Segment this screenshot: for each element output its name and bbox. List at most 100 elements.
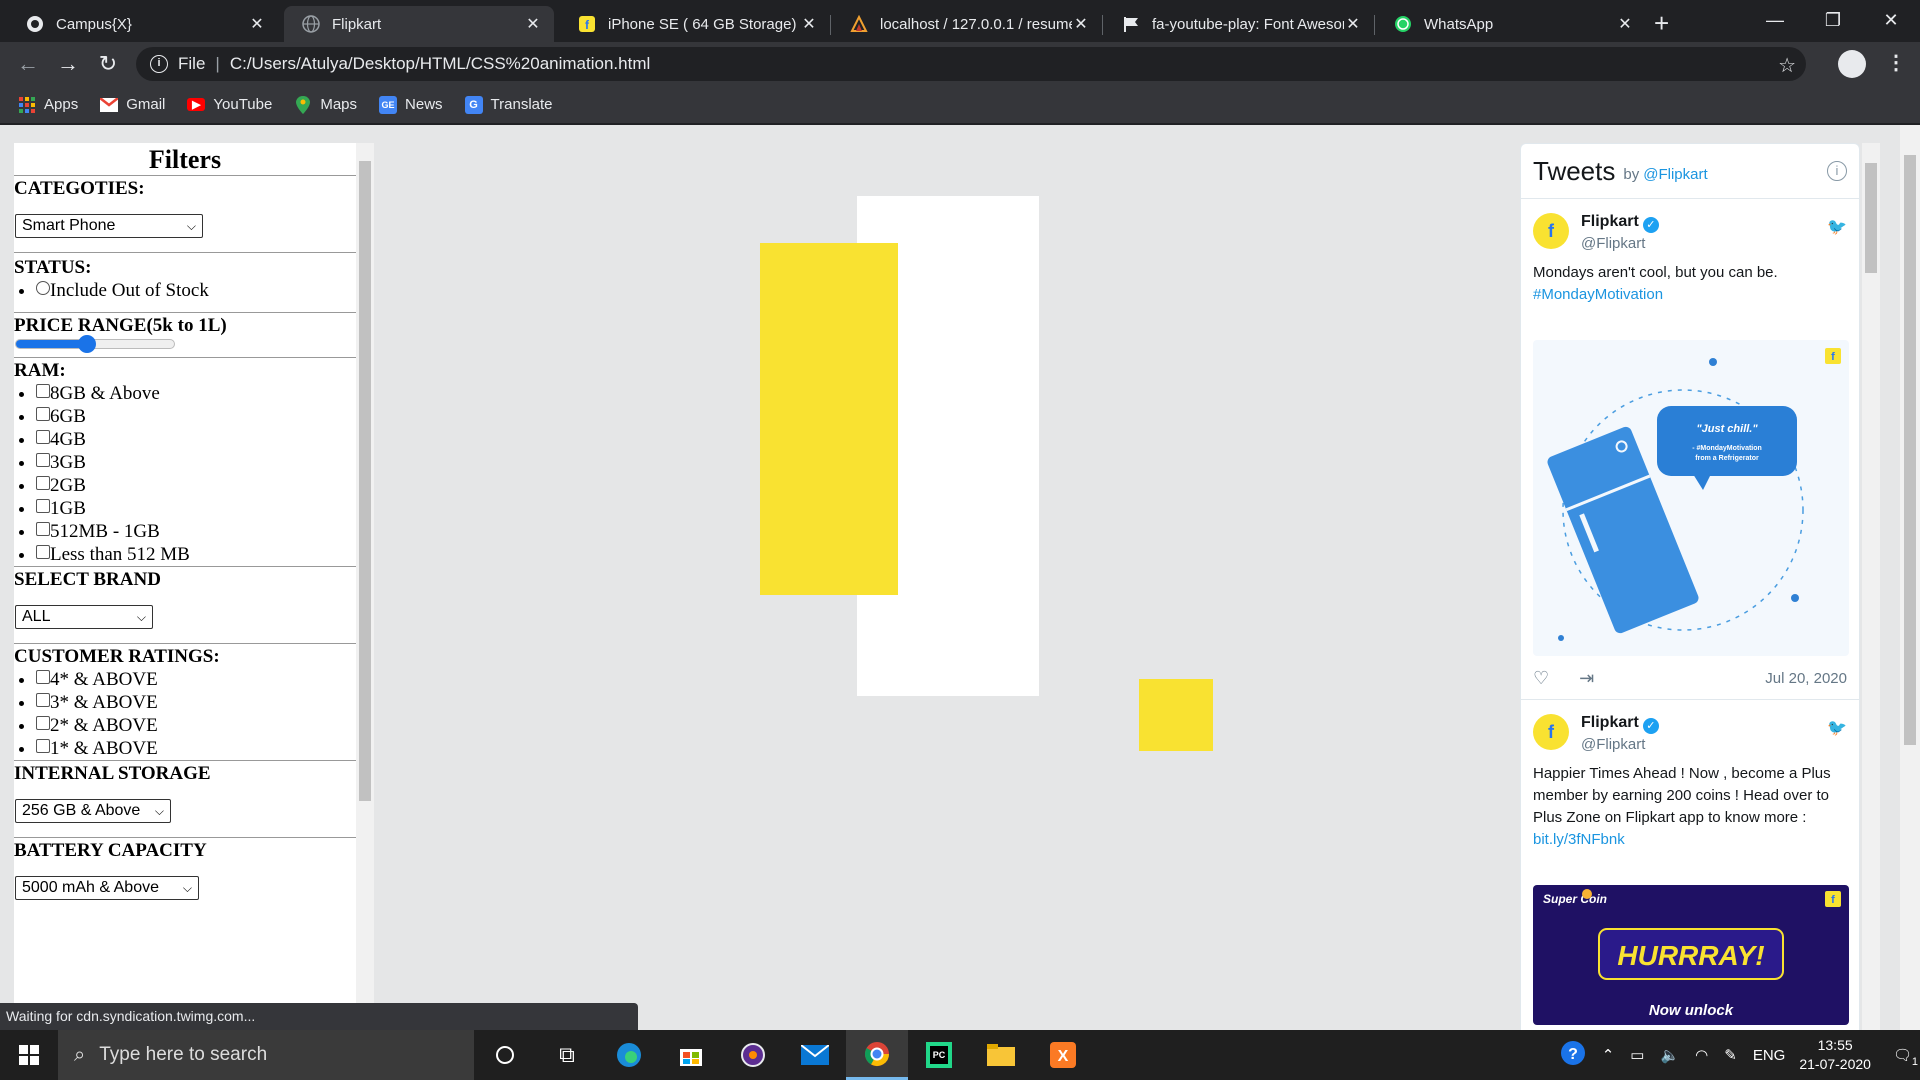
tweet-author-handle[interactable]: @Flipkart [1581,736,1659,753]
maximize-button[interactable]: ❐ [1810,4,1856,36]
language-indicator[interactable]: ENG [1753,1047,1786,1064]
bookmark-apps[interactable]: Apps [18,96,78,114]
address-bar[interactable]: i File | C:/Users/Atulya/Desktop/HTML/CS… [136,47,1806,81]
storage-select[interactable]: 256 GB & Above ⌵ [15,799,171,823]
bookmark-maps[interactable]: Maps [294,95,357,114]
new-tab-button[interactable]: + [1654,8,1669,39]
tab-font-awesome[interactable]: fa-youtube-play: Font Awesome ✕ [1104,6,1374,42]
start-button[interactable] [0,1030,58,1080]
rating-option[interactable]: 4* & ABOVE [36,668,356,691]
wifi-icon[interactable]: ◠ [1695,1046,1708,1064]
store-icon[interactable] [660,1030,722,1080]
close-icon[interactable]: ✕ [800,14,818,34]
close-icon[interactable]: ✕ [248,14,266,34]
pycharm-icon[interactable]: PC [908,1030,970,1080]
tweet[interactable]: f Flipkart ✓ @Flipkart 🐦 Happier Times Ah… [1521,700,1859,1030]
file-explorer-icon[interactable] [970,1030,1032,1080]
tweet-author-handle[interactable]: @Flipkart [1581,235,1659,252]
tweet-media-image[interactable]: "Just chill." - #MondayMotivation from a… [1533,340,1849,656]
taskbar-search[interactable]: ⌕ Type here to search [58,1030,474,1080]
bookmark-news[interactable]: GE News [379,95,443,114]
checkbox[interactable] [36,430,50,444]
cortana-icon[interactable] [474,1030,536,1080]
tweet-link[interactable]: bit.ly/3fNFbnk [1533,831,1625,848]
close-icon[interactable]: ✕ [524,14,542,34]
close-icon[interactable]: ✕ [1616,14,1634,34]
bookmark-star-icon[interactable]: ☆ [1778,53,1796,78]
back-button[interactable]: ← [12,48,44,80]
close-icon[interactable]: ✕ [1344,14,1362,34]
ram-option[interactable]: 1GB [36,497,356,520]
checkbox[interactable] [36,739,50,753]
checkbox[interactable] [36,453,50,467]
bookmark-translate[interactable]: G Translate [464,95,553,114]
forward-button[interactable]: → [52,48,84,80]
checkbox[interactable] [36,384,50,398]
share-icon[interactable]: ⇥ [1579,668,1594,689]
tweet-author-name[interactable]: Flipkart [1581,714,1639,731]
chrome-icon[interactable] [846,1030,908,1080]
volume-icon[interactable]: 🔈 [1660,1046,1679,1064]
radio-button[interactable] [36,281,50,295]
category-select[interactable]: Smart Phone ⌵ [15,214,203,238]
tweet-media-image[interactable]: Super Coin HURRRAY! Now unlock f [1533,885,1849,1025]
close-icon[interactable]: ✕ [1072,14,1090,34]
slider-thumb[interactable] [78,335,97,353]
menu-dots-icon[interactable]: ⋮ [1886,50,1906,75]
price-range-slider[interactable] [15,335,175,353]
brand-select[interactable]: ALL ⌵ [15,605,153,629]
timeline-handle-link[interactable]: @Flipkart [1643,166,1707,183]
checkbox[interactable] [36,407,50,421]
checkbox[interactable] [36,670,50,684]
minimize-button[interactable]: — [1752,4,1798,36]
battery-icon[interactable]: ▭ [1630,1046,1644,1064]
edge-icon[interactable] [598,1030,660,1080]
tweet-author-name[interactable]: Flipkart [1581,213,1639,230]
ram-option[interactable]: 3GB [36,451,356,474]
info-icon[interactable]: i [1827,161,1847,181]
pen-icon[interactable]: ✎ [1724,1046,1737,1064]
chevron-up-icon[interactable]: ⌃ [1602,1046,1615,1064]
ram-option[interactable]: 8GB & Above [36,382,356,405]
page-scrollbar[interactable] [1900,125,1920,1030]
checkbox[interactable] [36,545,50,559]
twitter-bird-icon[interactable]: 🐦 [1827,217,1847,237]
info-icon[interactable]: i [150,55,168,73]
notification-icon[interactable]: 🗨 1 [1893,1046,1918,1068]
checkbox[interactable] [36,476,50,490]
task-view-icon[interactable]: ⧉ [536,1030,598,1080]
reload-button[interactable]: ↻ [92,48,124,80]
tab-campusx[interactable]: Campus{X} ✕ [8,6,278,42]
ram-option[interactable]: 512MB - 1GB [36,520,356,543]
checkbox[interactable] [36,499,50,513]
timeline-scrollbar[interactable] [1862,143,1880,1030]
ram-option[interactable]: 4GB [36,428,356,451]
ram-option[interactable]: 6GB [36,405,356,428]
bookmark-youtube[interactable]: ▶ YouTube [187,96,272,113]
close-window-button[interactable]: ✕ [1868,4,1914,36]
bookmark-gmail[interactable]: Gmail [100,96,165,114]
checkbox[interactable] [36,716,50,730]
ram-option[interactable]: Less than 512 MB [36,543,356,566]
ram-option[interactable]: 2GB [36,474,356,497]
scrollbar-thumb[interactable] [1865,163,1877,273]
status-option[interactable]: Include Out of Stock [36,279,356,302]
avatar[interactable]: f [1533,714,1569,750]
battery-select[interactable]: 5000 mAh & Above ⌵ [15,876,199,900]
profile-avatar[interactable] [1838,50,1866,78]
tab-iphone[interactable]: f iPhone SE ( 64 GB Storage) Onl ✕ [560,6,830,42]
xampp-icon[interactable]: X [1032,1030,1094,1080]
twitter-bird-icon[interactable]: 🐦 [1827,718,1847,738]
tweet-date[interactable]: Jul 20, 2020 [1765,670,1847,687]
hashtag-link[interactable]: #MondayMotivation [1533,286,1663,303]
heart-icon[interactable]: ♡ [1533,668,1549,689]
tab-localhost[interactable]: localhost / 127.0.0.1 / resume ✕ [832,6,1102,42]
scrollbar-thumb[interactable] [1904,155,1916,745]
tab-whatsapp[interactable]: WhatsApp ✕ [1376,6,1646,42]
help-icon[interactable]: ? [1560,1040,1586,1070]
rating-option[interactable]: 1* & ABOVE [36,737,356,760]
rating-option[interactable]: 3* & ABOVE [36,691,356,714]
filters-scrollbar[interactable] [356,143,374,1005]
clock[interactable]: 13:55 21-07-2020 [1799,1036,1871,1074]
tab-flipkart[interactable]: Flipkart ✕ [284,6,554,42]
